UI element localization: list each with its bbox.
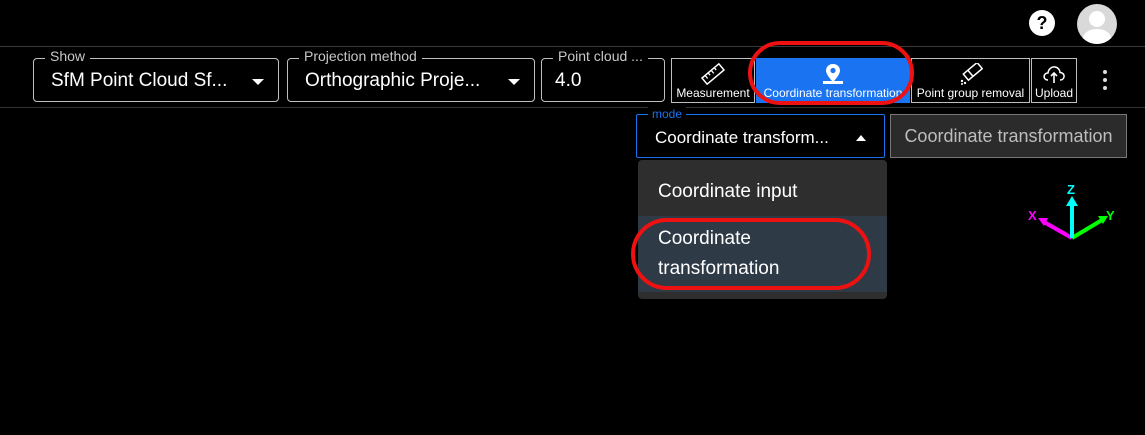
menu-item-coordinate-transformation[interactable]: Coordinate transformation bbox=[638, 216, 887, 292]
point-cloud-legend: Point cloud ... bbox=[553, 48, 648, 64]
projection-method-select[interactable]: Projection method Orthographic Proje... bbox=[287, 48, 535, 102]
projection-legend: Projection method bbox=[299, 48, 422, 64]
mode-select[interactable]: mode Coordinate transform... bbox=[636, 107, 885, 158]
coordinate-transformation-apply-button[interactable]: Coordinate transformation bbox=[890, 114, 1127, 158]
mode-value: Coordinate transform... bbox=[655, 128, 829, 147]
kebab-menu-icon[interactable] bbox=[1095, 70, 1115, 92]
coordinate-transformation-button[interactable]: Coordinate transformation bbox=[756, 58, 910, 103]
upload-label: Upload bbox=[1034, 86, 1074, 100]
projection-value: Orthographic Proje... bbox=[305, 70, 481, 91]
point-group-removal-button[interactable]: Point group removal bbox=[911, 58, 1030, 103]
ruler-icon bbox=[701, 63, 725, 85]
toolbar: Show SfM Point Cloud Sf... Projection me… bbox=[0, 48, 1145, 108]
axis-y-label: Y bbox=[1106, 208, 1115, 223]
point-cloud-size-input[interactable]: Point cloud ... 4.0 bbox=[541, 48, 665, 102]
help-icon[interactable]: ? bbox=[1029, 10, 1055, 36]
eraser-icon bbox=[960, 63, 983, 85]
coordinate-transformation-label: Coordinate transformation bbox=[763, 86, 903, 100]
measurement-label: Measurement bbox=[676, 86, 750, 100]
mode-dropdown-menu: Coordinate input Coordinate transformati… bbox=[638, 160, 887, 299]
show-legend: Show bbox=[45, 48, 91, 64]
chevron-down-icon bbox=[508, 79, 520, 85]
upload-button[interactable]: Upload bbox=[1031, 58, 1077, 103]
chevron-down-icon bbox=[252, 79, 264, 85]
point-cloud-value: 4.0 bbox=[555, 70, 582, 91]
axis-z-label: Z bbox=[1067, 182, 1075, 197]
axis-x-label: X bbox=[1028, 208, 1037, 223]
mode-legend: mode bbox=[648, 107, 687, 121]
point-group-removal-label: Point group removal bbox=[916, 86, 1025, 100]
menu-item-coordinate-input[interactable]: Coordinate input bbox=[638, 168, 887, 216]
cloud-upload-icon bbox=[1043, 66, 1065, 83]
measurement-button[interactable]: Measurement bbox=[671, 58, 755, 103]
show-value: SfM Point Cloud Sf... bbox=[51, 70, 228, 91]
user-avatar-icon[interactable] bbox=[1077, 4, 1117, 44]
chevron-up-icon bbox=[856, 135, 866, 141]
top-bar: ? bbox=[0, 0, 1145, 47]
show-select[interactable]: Show SfM Point Cloud Sf... bbox=[33, 48, 279, 102]
map-pin-icon bbox=[823, 64, 843, 84]
axes-gizmo: X Y Z bbox=[1028, 182, 1115, 240]
